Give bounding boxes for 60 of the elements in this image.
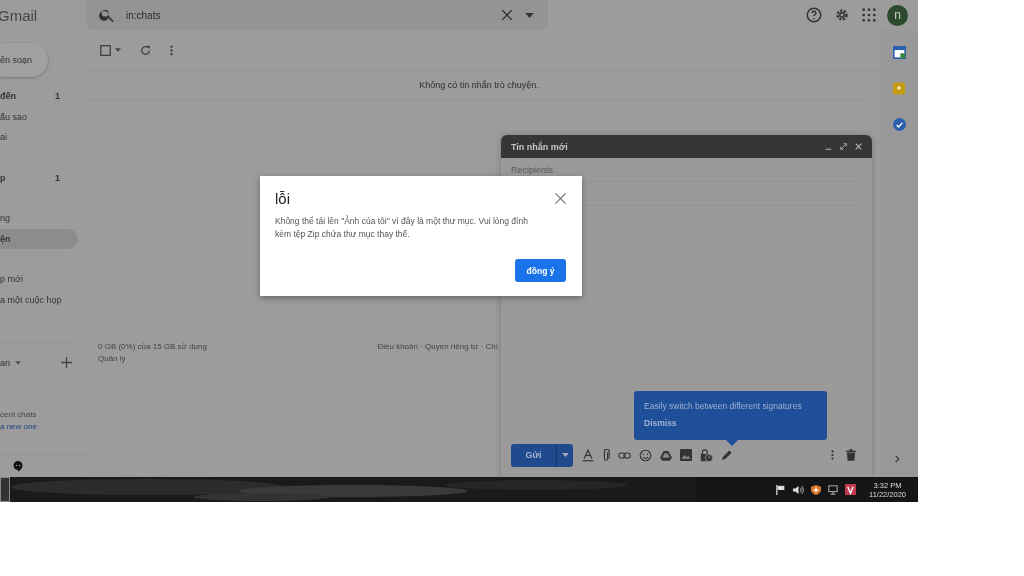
checkbox-icon[interactable]: [100, 44, 111, 56]
text-format-icon[interactable]: [582, 448, 594, 462]
chevron-icon[interactable]: [894, 455, 900, 463]
compose-button[interactable]: ên soạn: [0, 43, 48, 77]
close-icon[interactable]: [855, 143, 862, 150]
trash-icon[interactable]: [846, 449, 856, 461]
link-icon[interactable]: [618, 451, 631, 459]
more-icon[interactable]: [831, 450, 834, 460]
sidebar-item[interactable]: ện: [0, 228, 78, 249]
caret-icon: [561, 453, 569, 457]
sidebar-item[interactable]: ng: [0, 208, 78, 229]
chat-status[interactable]: an: [0, 357, 10, 368]
caret-icon[interactable]: [115, 48, 121, 52]
check-icon[interactable]: [892, 118, 906, 131]
flag-icon[interactable]: [776, 484, 786, 495]
close-icon[interactable]: [555, 193, 566, 204]
paperclip-icon[interactable]: [602, 448, 610, 462]
dismiss-link[interactable]: Dismiss: [644, 418, 817, 428]
sidebar-item[interactable]: ai: [0, 127, 78, 148]
emoji-icon[interactable]: [639, 448, 652, 462]
footer-links[interactable]: Điều khoản · Quyền riêng tư · Chí: [377, 342, 498, 363]
start-button[interactable]: [0, 477, 10, 502]
ok-button[interactable]: đồng ý: [515, 259, 566, 282]
caret-icon[interactable]: [525, 12, 534, 18]
account-avatar[interactable]: n: [887, 4, 908, 26]
manage-link[interactable]: Quản lý: [98, 354, 207, 363]
dialog-message: Không thể tải lên "Ảnh của tôi" vì đây là một thư mục. Vui lòng đính kèm tệp Zip chứa thư mục thay thế.: [275, 215, 529, 241]
chat-bubble-icon[interactable]: [12, 460, 24, 472]
caret-icon[interactable]: [15, 360, 21, 365]
app-tray-icon[interactable]: [845, 484, 856, 495]
sidebar-item[interactable]: p mới: [0, 269, 78, 290]
compose-title: Tin nhắn mới: [511, 141, 568, 152]
empty-message: Không có tin nhắn trò chuyện.: [419, 80, 539, 90]
search-input[interactable]: in:chats: [126, 9, 489, 21]
send-options-button[interactable]: [556, 443, 573, 467]
add-icon[interactable]: [61, 357, 72, 368]
send-button[interactable]: Gửi: [511, 443, 556, 467]
tooltip-text: Easily switch between different signatures: [644, 401, 803, 411]
network-icon[interactable]: [828, 484, 838, 495]
storage-usage: 0 GB (0%) của 15 GB sử dụng: [98, 342, 207, 351]
dialog-title: lỗi: [275, 190, 290, 207]
refresh-icon[interactable]: [139, 43, 152, 57]
sidebar-item[interactable]: đến 1: [0, 86, 78, 107]
help-icon[interactable]: [805, 6, 823, 24]
more-icon[interactable]: [170, 44, 173, 56]
sidebar-item[interactable]: p 1: [0, 167, 78, 188]
image-icon[interactable]: [680, 449, 692, 461]
sidebar-item[interactable]: ấu sao: [0, 106, 78, 127]
new-chat-link[interactable]: a new one: [0, 422, 88, 431]
sidebar-item[interactable]: a một cuộc họp: [0, 289, 78, 310]
shield-icon[interactable]: [811, 484, 821, 495]
clear-icon[interactable]: [499, 7, 515, 23]
speaker-icon[interactable]: [793, 484, 804, 495]
calendar-icon[interactable]: [892, 46, 906, 59]
lock-clock-icon[interactable]: [700, 448, 713, 462]
pen-icon[interactable]: [721, 449, 733, 461]
apps-icon[interactable]: [861, 7, 877, 23]
search-field[interactable]: in:chats: [86, 0, 548, 30]
chats-note: cent chats: [0, 410, 38, 419]
expand-icon[interactable]: [840, 143, 847, 150]
